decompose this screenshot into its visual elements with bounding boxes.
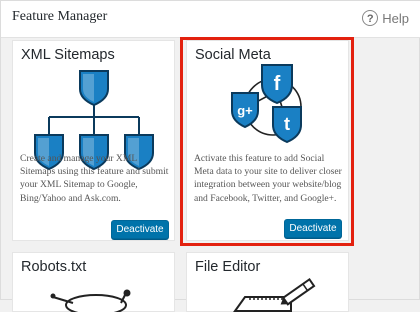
help-label: Help: [382, 10, 409, 26]
panel-title: Feature Manager: [12, 9, 108, 24]
help-icon: ?: [362, 10, 379, 26]
panel-header: Feature Manager ? Help: [1, 1, 420, 38]
card-robots-txt: Robots.txt: [12, 252, 175, 312]
deactivate-button-xml-sitemaps[interactable]: Deactivate: [111, 220, 169, 239]
card-xml-sitemaps: XML Sitemaps Create and manage your XML …: [12, 40, 175, 241]
card-description: Create and manage your XML Sitemaps usin…: [20, 153, 169, 204]
help-link[interactable]: ? Help: [362, 10, 409, 26]
card-title: File Editor: [195, 259, 261, 275]
card-file-editor: File Editor: [186, 252, 349, 312]
card-title: XML Sitemaps: [21, 47, 115, 63]
file-editor-icon: [233, 278, 316, 312]
feature-manager-panel: Feature Manager ? Help XML Sitemaps Crea…: [0, 0, 420, 312]
robot-icon: [50, 289, 131, 312]
highlight-frame: [180, 37, 354, 246]
card-title: Robots.txt: [21, 259, 87, 275]
